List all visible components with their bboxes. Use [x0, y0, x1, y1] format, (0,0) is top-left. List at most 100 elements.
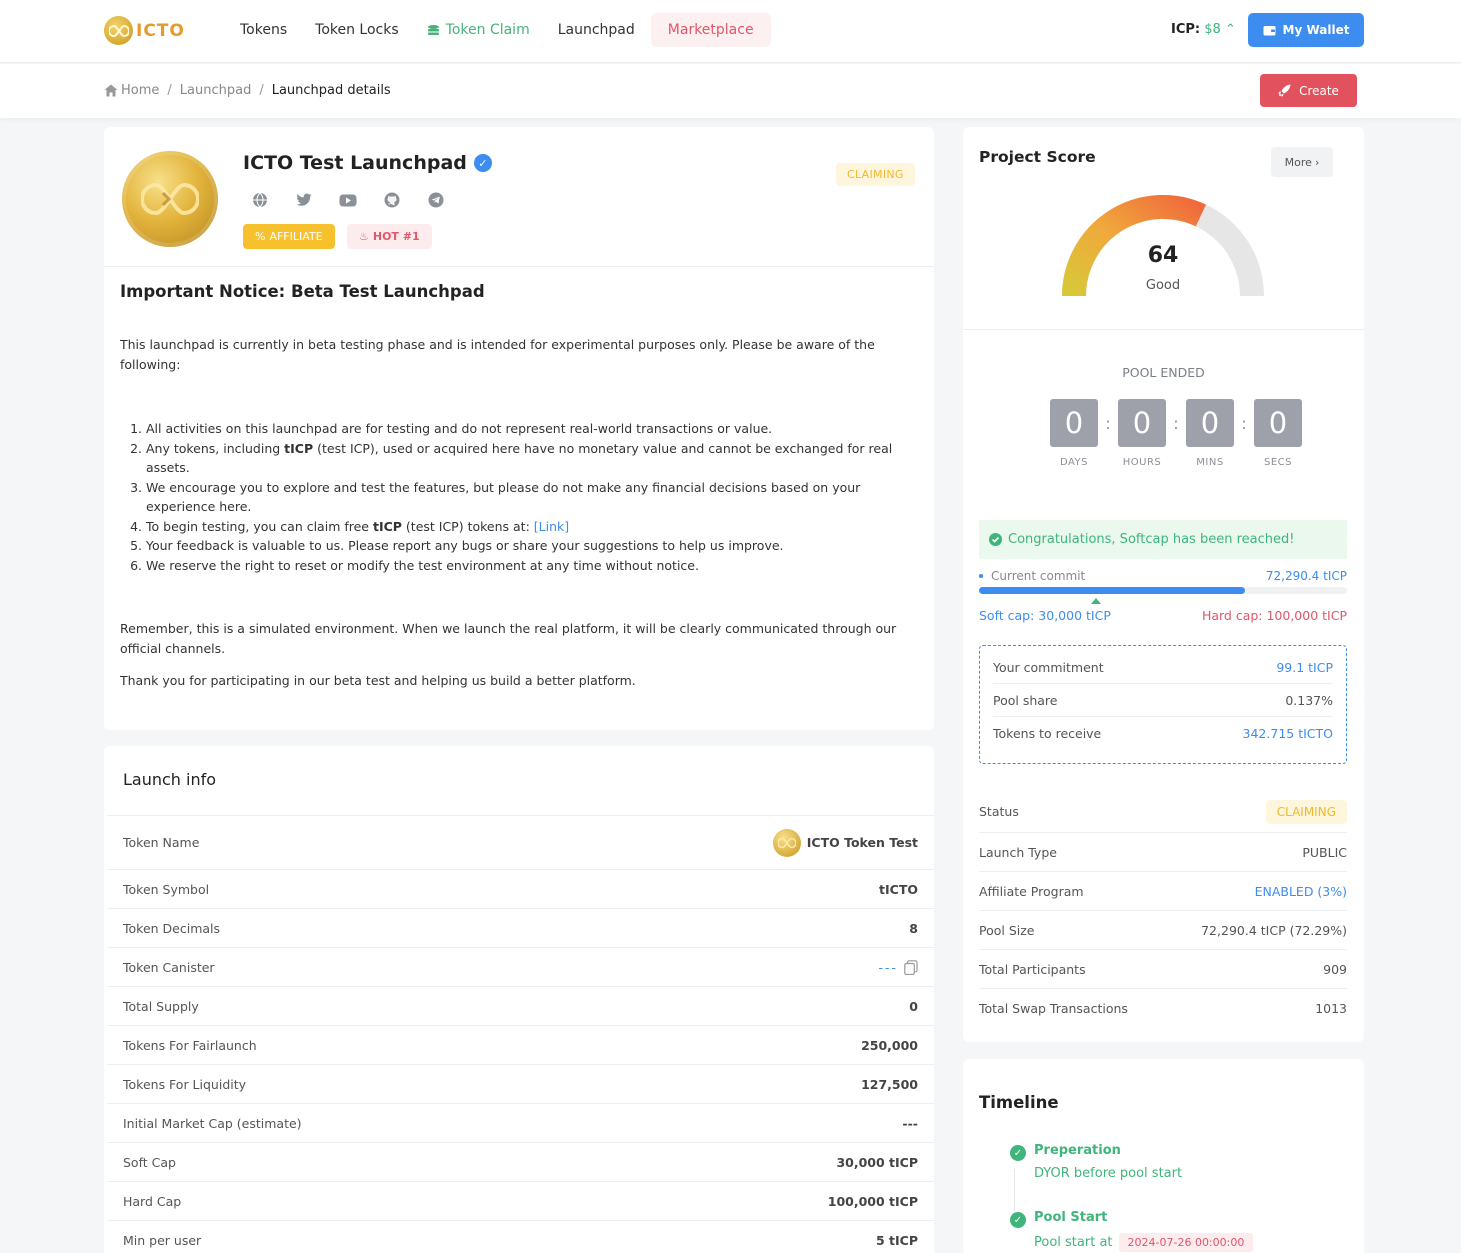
pool-ended-label: POOL ENDED [1122, 365, 1205, 380]
breadcrumb-separator: / [167, 83, 172, 98]
breadcrumb-separator: / [259, 83, 264, 98]
launch-info-value: ICTO Token Test [772, 828, 918, 857]
launch-info-key: Token Name [123, 835, 200, 850]
more-button[interactable]: More › [1271, 147, 1333, 177]
timeline-item-desc: DYOR before pool start [1034, 1166, 1183, 1181]
launch-info-row: Min per user 5 tICP [107, 1220, 934, 1253]
divider [963, 329, 1364, 330]
launch-info-key: Token Decimals [123, 920, 221, 936]
stat-affiliate-value: ENABLED (3%) [1254, 883, 1347, 899]
twitter-icon[interactable] [294, 190, 314, 210]
current-commit-label: Current commit [979, 569, 1085, 583]
timer-separator: : [1241, 413, 1247, 433]
current-commit-row: Current commit 72,290.4 tICP [979, 569, 1347, 583]
launch-info-row: Hard Cap 100,000 tICP [107, 1181, 934, 1220]
my-wallet-button[interactable]: My Wallet [1248, 13, 1364, 47]
stat-pool-size-row: Pool Size 72,290.4 tICP (72.29%) [979, 911, 1347, 950]
status-badge: CLAIMING [836, 163, 915, 186]
nav-token-locks[interactable]: Token Locks [301, 13, 413, 47]
globe-icon[interactable] [250, 190, 270, 210]
breadcrumb-launchpad[interactable]: Launchpad [180, 83, 252, 98]
caps-row: Soft cap: 30,000 tICP Hard cap: 100,000 … [979, 608, 1347, 623]
stat-participants-value: 909 [1323, 961, 1347, 977]
icp-value: $8 [1204, 22, 1221, 37]
nav-tokens[interactable]: Tokens [226, 13, 301, 47]
copy-icon[interactable] [904, 959, 918, 975]
launch-info-value: 8 [909, 920, 918, 936]
timer-hours: 0 HOURS [1118, 399, 1166, 468]
claim-link[interactable]: [Link] [534, 519, 569, 534]
nav-token-claim[interactable]: Token Claim [413, 13, 544, 47]
softcap-reached-text: Congratulations, Softcap has been reache… [1008, 532, 1295, 547]
nav-launchpad[interactable]: Launchpad [544, 13, 649, 47]
percent-icon: % [255, 230, 266, 243]
stat-pool-size-label: Pool Size [979, 922, 1035, 938]
logo[interactable]: ICTO [104, 16, 185, 45]
softcap-marker [1091, 598, 1101, 604]
timer-days: 0 DAYS [1050, 399, 1098, 468]
launch-info-key: Initial Market Cap (estimate) [123, 1115, 302, 1131]
notice-list-item: All activities on this launchpad are for… [146, 419, 920, 439]
launch-info-key: Soft Cap [123, 1154, 176, 1170]
project-title-row: ICTO Test Launchpad ✓ [243, 152, 492, 174]
launch-info-row: Token Decimals 8 [107, 908, 934, 947]
token-logo-icon [772, 828, 801, 857]
launch-info-value: 30,000 tICP [836, 1154, 918, 1170]
launch-info-value: 100,000 tICP [827, 1193, 918, 1209]
telegram-icon[interactable] [426, 190, 446, 210]
create-button[interactable]: Create [1260, 74, 1357, 107]
github-icon[interactable] [382, 190, 402, 210]
score-value: 64 [1147, 243, 1179, 268]
rocket-icon [1278, 84, 1291, 97]
notice-list-item: We encourage you to explore and test the… [146, 478, 920, 517]
wallet-icon [1263, 25, 1276, 36]
your-commitment-value: 99.1 tICP [1276, 659, 1333, 675]
social-links [250, 190, 446, 210]
affiliate-badge-label: AFFILIATE [269, 230, 323, 243]
project-header: ICTO Test Launchpad ✓ % AFFILIATE ♨ HOT … [104, 127, 934, 267]
notice-section: Important Notice: Beta Test Launchpad Th… [120, 282, 920, 691]
timeline-item-desc: Pool start at 2024-07-26 00:00:00 [1034, 1233, 1254, 1252]
stat-affiliate-row: Affiliate Program ENABLED (3%) [979, 872, 1347, 911]
notice-intro: This launchpad is currently in beta test… [120, 337, 875, 372]
timer-hours-label: HOURS [1122, 457, 1162, 468]
your-commitment-label: Your commitment [993, 659, 1104, 675]
project-logo [122, 151, 218, 247]
nav-marketplace[interactable]: Marketplace [650, 13, 771, 47]
notice-outro-2: Thank you for participating in our beta … [120, 673, 636, 688]
stat-swap-tx-label: Total Swap Transactions [979, 1001, 1128, 1016]
notice-outro-1: Remember, this is a simulated environmen… [120, 621, 897, 656]
launch-info-row: Token Name ICTO Token Test [107, 815, 934, 869]
stat-launch-type-label: Launch Type [979, 844, 1057, 860]
timeline-connector [1014, 1169, 1015, 1211]
check-circle-icon [989, 533, 1002, 546]
countdown-timer: 0 DAYS : 0 HOURS : 0 MINS : 0 SECS [1050, 399, 1302, 468]
breadcrumb-home[interactable]: Home [121, 83, 159, 98]
launch-info-row: Soft Cap 30,000 tICP [107, 1142, 934, 1181]
launch-info-value: 250,000 [861, 1037, 918, 1053]
pool-share-label: Pool share [993, 692, 1058, 708]
stat-status-label: Status [979, 804, 1019, 819]
project-title: ICTO Test Launchpad [243, 152, 467, 174]
timeline-card: Timeline ✓ Preperation DYOR before pool … [963, 1059, 1364, 1253]
stat-status-row: Status CLAIMING [979, 791, 1347, 833]
notice-list-item: Your feedback is valuable to us. Please … [146, 536, 920, 556]
launch-info-row: Token Canister --- [107, 947, 934, 986]
softcap-reached-alert: Congratulations, Softcap has been reache… [979, 520, 1347, 559]
pool-stats: Status CLAIMING Launch Type PUBLIC Affil… [979, 791, 1347, 1028]
stat-affiliate-label: Affiliate Program [979, 883, 1084, 899]
icp-label: ICP: [1171, 22, 1201, 37]
launch-info-row: Initial Market Cap (estimate) --- [107, 1103, 934, 1142]
stat-launch-type-value: PUBLIC [1302, 844, 1347, 860]
verified-icon: ✓ [473, 154, 492, 172]
youtube-icon[interactable] [338, 190, 358, 210]
timeline-item: ✓ Pool Start Pool start at 2024-07-26 00… [1010, 1210, 1254, 1252]
create-label: Create [1299, 83, 1339, 98]
pool-share-value: 0.137% [1285, 692, 1333, 708]
hot-badge-label: HOT #1 [372, 230, 420, 243]
progress-bar-fill [979, 587, 1246, 594]
fire-icon: ♨ [359, 230, 369, 243]
current-commit-value: 72,290.4 tICP [1265, 569, 1347, 583]
launch-info-card: Launch info Token Name ICTO Token Test Tok… [104, 746, 934, 1253]
soft-cap-label: Soft cap: 30,000 tICP [979, 608, 1111, 623]
